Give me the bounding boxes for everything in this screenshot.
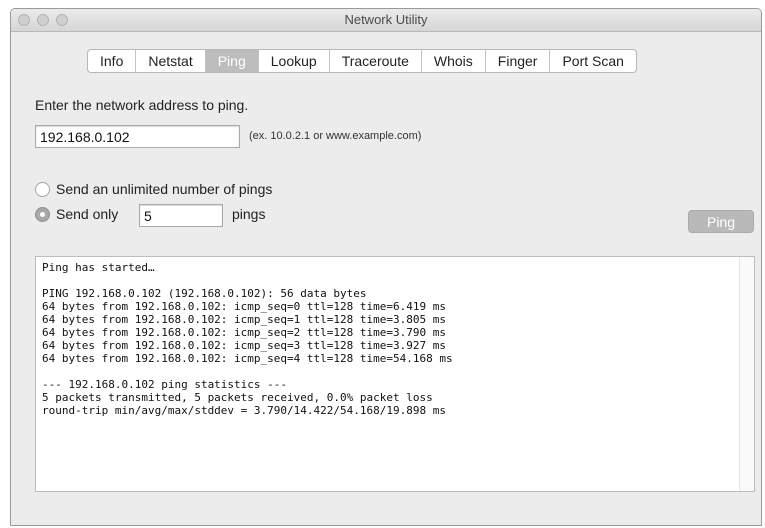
tab-netstat[interactable]: Netstat — [136, 50, 206, 72]
unlimited-pings-label: Send an unlimited number of pings — [56, 181, 273, 197]
pings-suffix-label: pings — [232, 206, 266, 222]
network-address-input[interactable] — [35, 125, 240, 148]
send-only-radio[interactable] — [35, 207, 50, 222]
ping-button[interactable]: Ping — [688, 210, 754, 233]
output-scrollbar[interactable] — [739, 257, 754, 491]
ping-output-text: Ping has started… PING 192.168.0.102 (19… — [42, 261, 453, 417]
send-only-label: Send only — [56, 206, 119, 222]
window-title: Network Utility — [344, 12, 428, 27]
address-prompt-label: Enter the network address to ping. — [35, 97, 249, 113]
tab-finger[interactable]: Finger — [486, 50, 551, 72]
tab-lookup[interactable]: Lookup — [259, 50, 330, 72]
ping-output-area[interactable]: Ping has started… PING 192.168.0.102 (19… — [35, 256, 755, 492]
tab-traceroute[interactable]: Traceroute — [330, 50, 422, 72]
unlimited-pings-radio[interactable] — [35, 182, 50, 197]
tab-whois[interactable]: Whois — [422, 50, 486, 72]
title-bar[interactable]: Network Utility — [11, 9, 761, 32]
tab-bar: Info Netstat Ping Lookup Traceroute Whoi… — [87, 49, 637, 73]
tab-info[interactable]: Info — [88, 50, 137, 72]
tab-ping[interactable]: Ping — [205, 50, 259, 72]
address-example-hint: (ex. 10.0.2.1 or www.example.com) — [249, 130, 422, 142]
network-utility-window: Network Utility Info Netstat Ping Lookup… — [10, 8, 762, 526]
tab-port-scan[interactable]: Port Scan — [550, 50, 635, 72]
ping-count-input[interactable] — [139, 204, 223, 227]
